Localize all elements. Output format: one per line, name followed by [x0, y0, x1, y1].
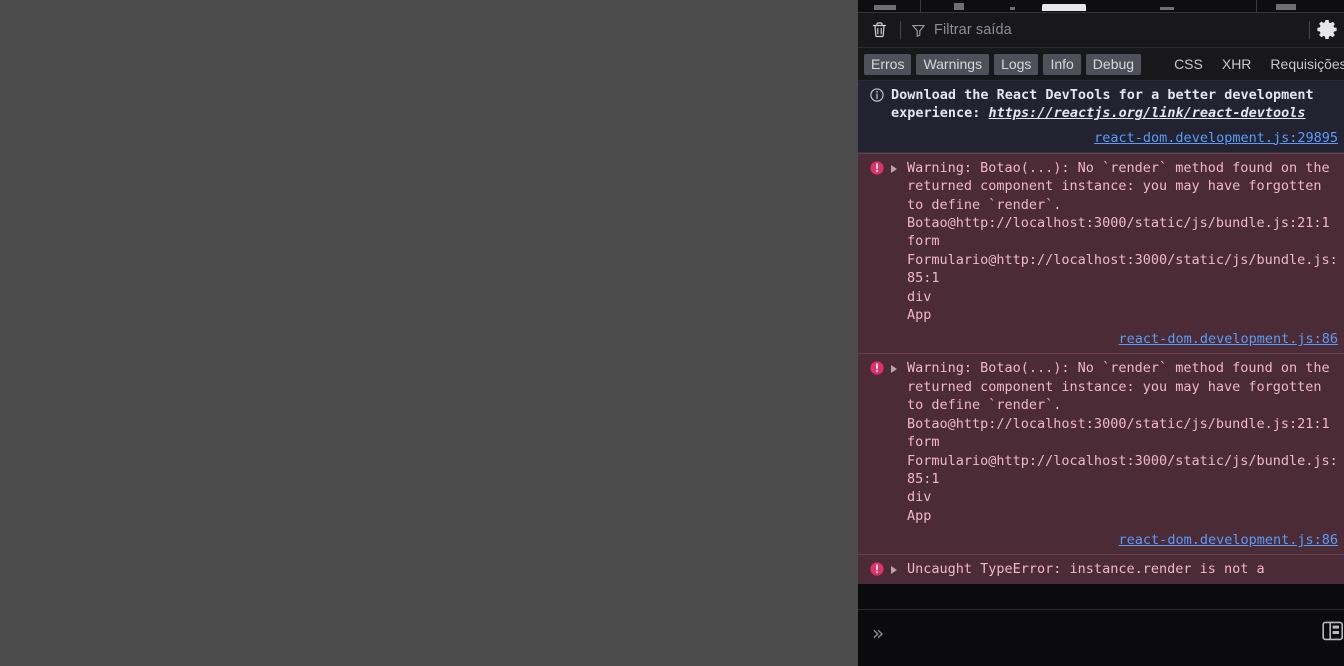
- source-link[interactable]: react-dom.development.js:86: [1119, 331, 1338, 347]
- console-message-info[interactable]: Download the React DevTools for a better…: [858, 81, 1344, 153]
- console-toolbar: Filtrar saída: [858, 13, 1344, 48]
- tabstrip-fragment: [1010, 7, 1015, 10]
- error-circle-icon: [870, 562, 884, 576]
- filter-input-wrapper[interactable]: Filtrar saída: [907, 17, 1303, 43]
- react-devtools-link[interactable]: https://reactjs.org/link/react-devtools: [989, 105, 1306, 121]
- console-message-error-1[interactable]: Warning: Botao(...): No `render` method …: [858, 152, 1344, 354]
- tabstrip-fragment: [954, 3, 964, 10]
- filter-input[interactable]: Filtrar saída: [934, 22, 1012, 38]
- error-circle-icon: [870, 361, 884, 376]
- triangle-right-icon[interactable]: [891, 365, 900, 374]
- tabstrip-fragment: [874, 5, 896, 10]
- split-console-icon[interactable]: [1322, 620, 1344, 647]
- triangle-right-icon[interactable]: [891, 566, 900, 575]
- source-link[interactable]: react-dom.development.js:29895: [1094, 130, 1338, 146]
- tabstrip-divider: [920, 0, 921, 12]
- filter-pill-warnings[interactable]: Warnings: [916, 53, 990, 75]
- filter-pill-debug[interactable]: Debug: [1085, 53, 1142, 75]
- tabstrip-selected-tab[interactable]: [1042, 4, 1086, 11]
- console-prompt-bar[interactable]: »: [858, 609, 1344, 666]
- filter-pill-info[interactable]: Info: [1043, 53, 1081, 75]
- console-message-error-2[interactable]: Warning: Botao(...): No `render` method …: [858, 353, 1344, 555]
- devtools-tabstrip[interactable]: [858, 0, 1344, 13]
- triangle-right-icon[interactable]: [891, 164, 900, 173]
- settings-button[interactable]: [1316, 19, 1338, 41]
- info-source-link-row: react-dom.development.js:29895: [864, 129, 1338, 147]
- filter-pill-logs[interactable]: Logs: [994, 53, 1039, 75]
- trash-icon: [872, 22, 886, 38]
- error-message-body: Warning: Botao(...): No `render` method …: [907, 159, 1338, 324]
- toolbar-divider: [900, 21, 901, 39]
- console-message-list[interactable]: Download the React DevTools for a better…: [858, 81, 1344, 666]
- devtools-panel: Filtrar saída Erros Warnings Logs Info D…: [858, 0, 1344, 666]
- console-message-error-3[interactable]: Uncaught TypeError: instance.render is n…: [858, 554, 1344, 584]
- tabstrip-fragment: [1276, 4, 1296, 10]
- filter-pill-css[interactable]: CSS: [1167, 54, 1210, 75]
- error-message-body: Uncaught TypeError: instance.render is n…: [907, 561, 1265, 578]
- info-circle-icon: [870, 88, 884, 102]
- source-link[interactable]: react-dom.development.js:86: [1119, 532, 1338, 548]
- error-circle-icon: [870, 161, 884, 175]
- error-source-link-row: react-dom.development.js:86: [864, 330, 1338, 348]
- funnel-icon: [912, 24, 925, 37]
- gear-icon: [1317, 20, 1337, 39]
- clear-output-button[interactable]: [864, 17, 894, 43]
- filter-pill-errors[interactable]: Erros: [864, 53, 912, 75]
- prompt-chevron-icon: »: [872, 621, 885, 645]
- filter-pill-xhr[interactable]: XHR: [1215, 54, 1259, 75]
- filter-pill-requests[interactable]: Requisições: [1263, 54, 1344, 75]
- console-filter-bar: Erros Warnings Logs Info Debug CSS XHR R…: [858, 48, 1344, 81]
- page-content-area: [0, 0, 858, 666]
- toolbar-divider-right: [1309, 21, 1310, 39]
- error-message-body: Warning: Botao(...): No `render` method …: [907, 360, 1338, 524]
- error-source-link-row: react-dom.development.js:86: [864, 531, 1338, 549]
- tabstrip-divider: [1256, 0, 1257, 12]
- info-message-body: Download the React DevTools for a better…: [891, 86, 1338, 123]
- screenshot-root: Filtrar saída Erros Warnings Logs Info D…: [0, 0, 1344, 666]
- tabstrip-fragment: [1160, 7, 1174, 10]
